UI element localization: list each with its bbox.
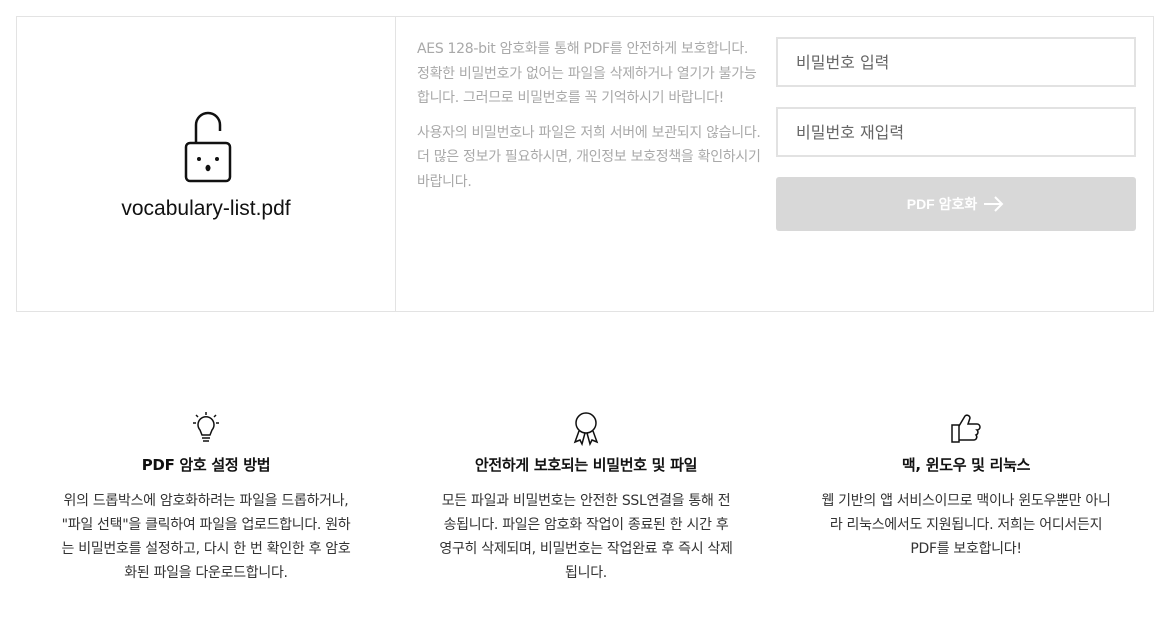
feature-text: 웹 기반의 앱 서비스이므로 맥이나 윈도우뿐만 아니라 리눅스에서도 지원됩니…	[821, 493, 1111, 557]
unlocked-padlock-icon	[184, 111, 232, 183]
lightbulb-icon	[193, 412, 219, 442]
password-input[interactable]	[776, 37, 1136, 87]
encrypt-pdf-button[interactable]: PDF 암호화	[776, 177, 1136, 231]
feature-security: 안전하게 보호되는 비밀번호 및 파일 모든 파일과 비밀번호는 안전한 SSL…	[431, 400, 741, 585]
feature-title: 안전하게 보호되는 비밀번호 및 파일	[474, 456, 698, 474]
feature-text: 모든 파일과 비밀번호는 안전한 SSL연결을 통해 전송됩니다. 파일은 암호…	[439, 493, 733, 581]
encrypt-button-label: PDF 암호화	[906, 196, 978, 212]
feature-how-to: PDF 암호 설정 방법 위의 드롭박스에 암호화하려는 파일을 드롭하거나, …	[51, 400, 361, 585]
feature-platforms: 맥, 윈도우 및 리눅스 웹 기반의 앱 서비스이므로 맥이나 윈도우뿐만 아니…	[811, 400, 1121, 561]
info-paragraph: 사용자의 비밀번호나 파일은 저희 서버에 보관되지 않습니다. 더 많은 정보…	[417, 124, 761, 190]
thumbs-up-icon	[951, 414, 981, 443]
file-preview: vocabulary-list.pdf	[17, 17, 396, 311]
encrypt-panel: vocabulary-list.pdf AES 128-bit 암호화를 통해 …	[16, 16, 1154, 312]
feature-text: 위의 드롭박스에 암호화하려는 파일을 드롭하거나, "파일 선택"을 클릭하여…	[61, 493, 351, 581]
password-form: PDF 암호화	[776, 37, 1136, 231]
password-confirm-input[interactable]	[776, 107, 1136, 157]
encryption-info: AES 128-bit 암호화를 통해 PDF를 안전하게 보호합니다. 정확한…	[417, 37, 761, 204]
file-name: vocabulary-list.pdf	[121, 197, 291, 220]
arrow-right-icon	[984, 196, 1004, 212]
award-ribbon-icon	[573, 412, 599, 446]
info-paragraph: AES 128-bit 암호화를 통해 PDF를 안전하게 보호합니다. 정확한…	[417, 41, 757, 106]
feature-title: 맥, 윈도우 및 리눅스	[901, 456, 1031, 474]
feature-title: PDF 암호 설정 방법	[141, 456, 271, 474]
